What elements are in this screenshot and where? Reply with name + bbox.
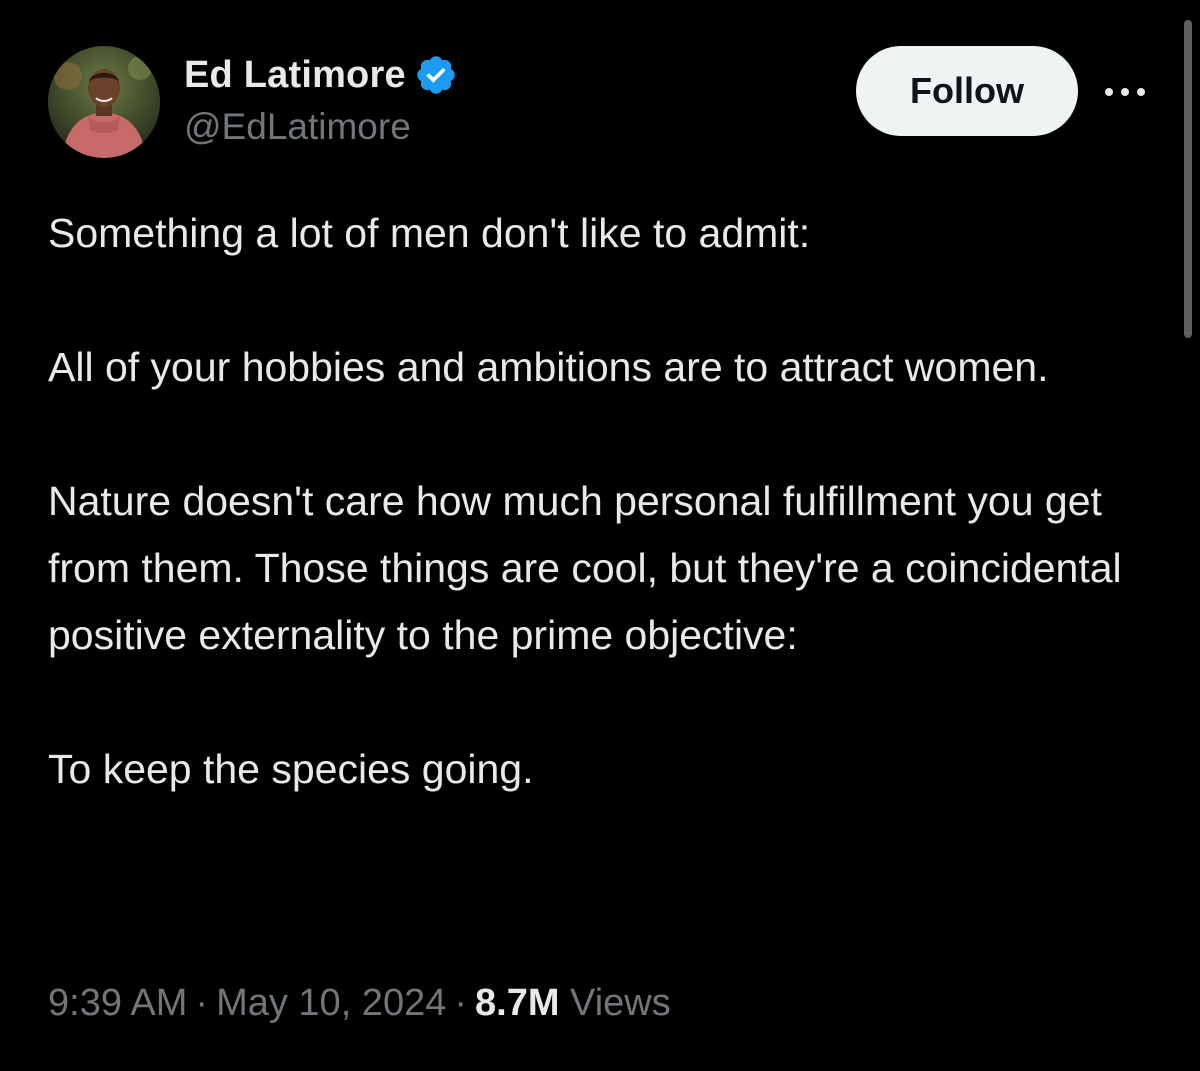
tweet-date[interactable]: May 10, 2024 [216, 982, 446, 1024]
tweet-paragraph: Something a lot of men don't like to adm… [48, 210, 811, 256]
handle[interactable]: @EdLatimore [184, 106, 458, 148]
follow-button[interactable]: Follow [856, 46, 1078, 136]
meta-separator: · [195, 982, 209, 1024]
tweet-time[interactable]: 9:39 AM [48, 982, 187, 1024]
tweet: Ed Latimore @EdLatimore Follow Something… [0, 0, 1200, 1071]
more-options-button[interactable] [1100, 74, 1150, 110]
profile-photo-icon [48, 46, 160, 158]
author-info: Ed Latimore @EdLatimore [184, 52, 458, 148]
views-count[interactable]: 8.7M [475, 982, 559, 1024]
tweet-paragraph: Nature doesn't care how much personal fu… [48, 478, 1122, 658]
more-horizontal-icon [1105, 88, 1145, 96]
display-name[interactable]: Ed Latimore [184, 54, 406, 97]
verified-badge-icon[interactable] [414, 53, 458, 97]
scrollbar[interactable] [1184, 20, 1192, 338]
avatar[interactable] [48, 46, 160, 158]
tweet-header: Ed Latimore @EdLatimore Follow [48, 44, 1158, 160]
views-label[interactable]: Views [570, 982, 671, 1024]
tweet-paragraph: All of your hobbies and ambitions are to… [48, 344, 1049, 390]
tweet-meta: 9:39 AM · May 10, 2024 · 8.7M Views [48, 982, 671, 1025]
tweet-text: Something a lot of men don't like to adm… [48, 200, 1148, 803]
name-row: Ed Latimore [184, 52, 458, 98]
meta-separator: · [454, 982, 467, 1024]
tweet-paragraph: To keep the species going. [48, 746, 534, 792]
